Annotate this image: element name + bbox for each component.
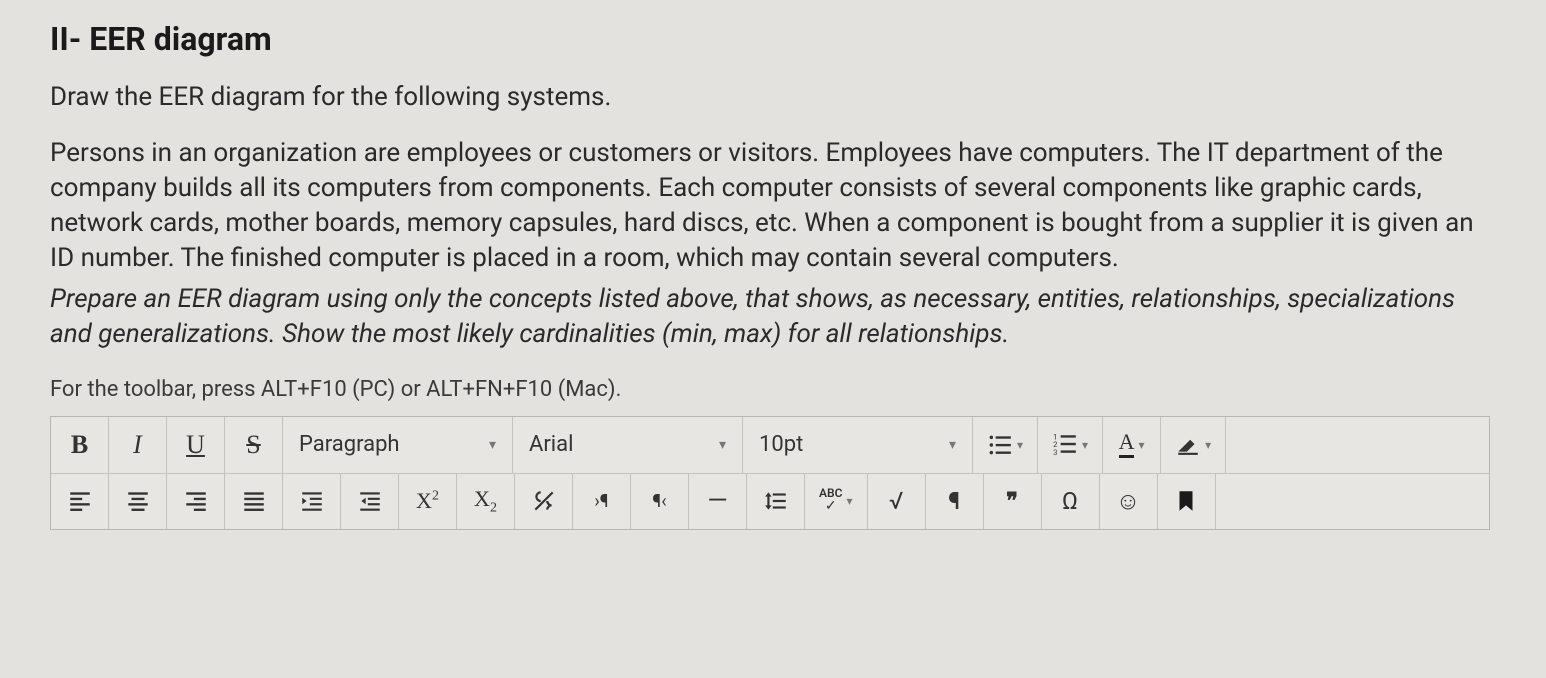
chevron-down-icon: ▾: [949, 437, 956, 453]
emoji-button[interactable]: ☺: [1100, 474, 1158, 529]
bookmark-button[interactable]: [1158, 474, 1216, 529]
formula-button[interactable]: √: [868, 474, 926, 529]
subscript-icon: X2: [474, 486, 497, 516]
strikethrough-button[interactable]: S: [225, 417, 283, 473]
editor-toolbar: B I U S Paragraph ▾ Arial ▾ 10pt ▾ ▾ 123: [50, 416, 1490, 530]
highlight-icon: [1175, 432, 1201, 458]
align-justify-button[interactable]: [225, 474, 283, 529]
numbered-list-icon: 123: [1052, 432, 1078, 458]
superscript-icon: X2: [416, 488, 439, 514]
ltr-button[interactable]: ›¶: [573, 474, 631, 529]
toolbar-hint: For the toolbar, press ALT+F10 (PC) or A…: [50, 377, 1490, 402]
indent-button[interactable]: [283, 474, 341, 529]
remove-link-button[interactable]: [515, 474, 573, 529]
chevron-down-icon: ▾: [1138, 438, 1144, 452]
underline-button[interactable]: U: [167, 417, 225, 473]
indent-icon: [299, 488, 325, 514]
chevron-down-icon: ▾: [719, 437, 726, 453]
blockquote-button[interactable]: ❞: [984, 474, 1042, 529]
svg-text:3: 3: [1053, 447, 1057, 456]
unlink-icon: [531, 488, 557, 514]
bold-glyph: B: [71, 430, 88, 460]
show-paragraph-button[interactable]: ¶: [926, 474, 984, 529]
underline-glyph: U: [186, 430, 205, 460]
section-heading: II- EER diagram: [50, 20, 1490, 58]
ltr-icon: ›¶: [594, 491, 608, 512]
question-content: II- EER diagram Draw the EER diagram for…: [50, 20, 1490, 530]
paragraph-format-label: Paragraph: [299, 432, 400, 457]
problem-instructions: Prepare an EER diagram using only the co…: [50, 282, 1490, 352]
strike-glyph: S: [246, 430, 260, 460]
intro-text: Draw the EER diagram for the following s…: [50, 82, 1490, 112]
pilcrow-icon: ¶: [948, 487, 960, 515]
align-justify-icon: [241, 488, 267, 514]
outdent-icon: [357, 488, 383, 514]
rtl-button[interactable]: ¶‹: [631, 474, 689, 529]
highlight-color-button[interactable]: ▾: [1161, 417, 1226, 473]
line-height-icon: [763, 488, 789, 514]
align-center-icon: [125, 488, 151, 514]
text-color-button[interactable]: A ▾: [1103, 417, 1161, 473]
chevron-down-icon: ▾: [1082, 438, 1088, 452]
bullet-list-icon: [987, 432, 1013, 458]
special-character-button[interactable]: Ω: [1042, 474, 1100, 529]
text-color-icon: A: [1119, 431, 1135, 458]
font-family-label: Arial: [529, 432, 573, 457]
italic-button[interactable]: I: [109, 417, 167, 473]
italic-glyph: I: [133, 430, 142, 460]
horizontal-rule-button[interactable]: —: [689, 474, 747, 529]
font-size-select[interactable]: 10pt ▾: [743, 417, 973, 473]
chevron-down-icon: ▾: [1017, 438, 1023, 452]
font-size-label: 10pt: [759, 432, 803, 457]
ordered-list-button[interactable]: 123 ▾: [1038, 417, 1103, 473]
outdent-button[interactable]: [341, 474, 399, 529]
rtl-icon: ¶‹: [652, 491, 666, 512]
subscript-button[interactable]: X2: [457, 474, 515, 529]
horizontal-rule-icon: —: [707, 486, 727, 516]
superscript-button[interactable]: X2: [399, 474, 457, 529]
align-left-button[interactable]: [51, 474, 109, 529]
smiley-icon: ☺: [1116, 487, 1141, 516]
unordered-list-button[interactable]: ▾: [973, 417, 1038, 473]
omega-icon: Ω: [1062, 487, 1078, 515]
align-center-button[interactable]: [109, 474, 167, 529]
font-family-select[interactable]: Arial ▾: [513, 417, 743, 473]
chevron-down-icon: ▾: [1205, 438, 1211, 452]
align-right-button[interactable]: [167, 474, 225, 529]
quote-icon: ❞: [1006, 489, 1018, 514]
bookmark-icon: [1173, 488, 1199, 514]
toolbar-row-1: B I U S Paragraph ▾ Arial ▾ 10pt ▾ ▾ 123: [51, 417, 1489, 473]
align-right-icon: [183, 488, 209, 514]
spellcheck-button[interactable]: ABC ✓ ▾: [805, 474, 868, 529]
chevron-down-icon: ▾: [846, 494, 852, 508]
align-left-icon: [67, 488, 93, 514]
chevron-down-icon: ▾: [489, 437, 496, 453]
paragraph-format-select[interactable]: Paragraph ▾: [283, 417, 513, 473]
bold-button[interactable]: B: [51, 417, 109, 473]
problem-description: Persons in an organization are employees…: [50, 136, 1490, 276]
square-root-icon: √: [889, 487, 903, 515]
spellcheck-icon: ABC ✓: [819, 488, 842, 515]
toolbar-row-2: X2 X2 ›¶ ¶‹ — ABC ✓: [51, 473, 1489, 529]
line-height-button[interactable]: [747, 474, 805, 529]
